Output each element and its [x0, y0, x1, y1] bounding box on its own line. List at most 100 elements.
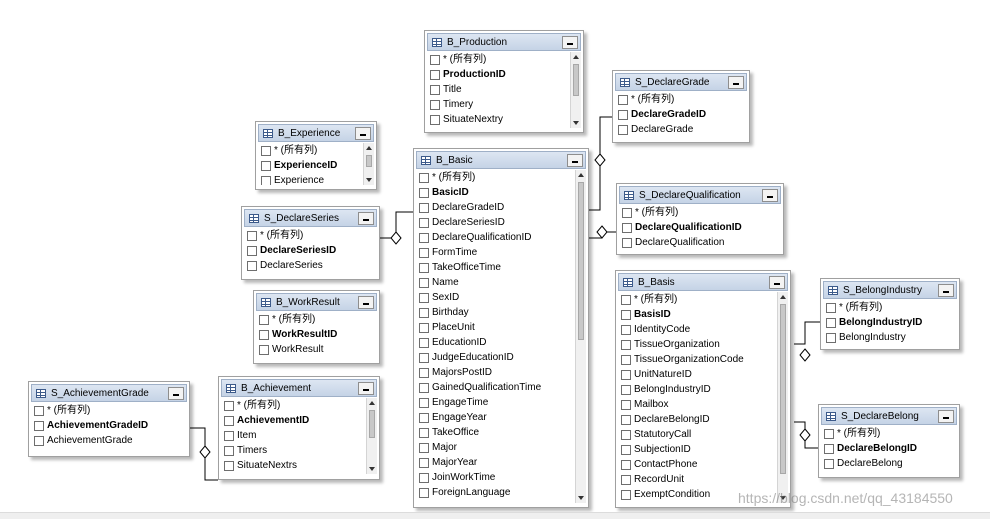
scroll-up-icon[interactable]	[778, 292, 788, 303]
column-checkbox[interactable]	[419, 472, 429, 483]
column-checkbox[interactable]	[224, 460, 234, 471]
column-row[interactable]: IdentityCode	[618, 322, 788, 337]
column-checkbox[interactable]	[419, 307, 429, 318]
table-header[interactable]: S_DeclareGrade	[615, 73, 747, 91]
column-row[interactable]: DeclareQualificationID	[416, 230, 586, 245]
minimize-button[interactable]	[938, 409, 954, 423]
column-row[interactable]: ExperienceID	[258, 158, 374, 173]
column-checkbox[interactable]	[259, 344, 269, 355]
column-checkbox[interactable]	[224, 415, 234, 426]
column-checkbox[interactable]	[261, 160, 271, 171]
vertical-scrollbar[interactable]	[363, 143, 374, 185]
table-s-declaregrade[interactable]: S_DeclareGrade * (所有列) DeclareGradeID Decl…	[612, 70, 750, 143]
table-header[interactable]: S_DeclareBelong	[821, 407, 957, 425]
scroll-thumb[interactable]	[369, 410, 375, 438]
scroll-thumb[interactable]	[366, 155, 372, 167]
minimize-button[interactable]	[567, 153, 583, 167]
column-row[interactable]: * (所有列)	[618, 292, 788, 307]
column-checkbox[interactable]	[224, 445, 234, 456]
column-checkbox[interactable]	[419, 262, 429, 273]
vertical-scrollbar[interactable]	[777, 292, 788, 503]
column-checkbox[interactable]	[419, 217, 429, 228]
column-row[interactable]: TissueOrganizationCode	[618, 352, 788, 367]
column-row[interactable]: ForeignLanguage	[416, 485, 586, 500]
column-row[interactable]: DeclareBelongID	[618, 412, 788, 427]
column-row[interactable]: Mailbox	[618, 397, 788, 412]
column-checkbox[interactable]	[621, 354, 631, 365]
column-row[interactable]: * (所有列)	[31, 403, 187, 418]
column-row[interactable]: * (所有列)	[821, 426, 957, 441]
column-checkbox[interactable]	[826, 302, 836, 313]
column-checkbox[interactable]	[419, 427, 429, 438]
column-checkbox[interactable]	[419, 292, 429, 303]
column-checkbox[interactable]	[824, 443, 834, 454]
table-s-achievementgrade[interactable]: S_AchievementGrade * (所有列) AchievementGra…	[28, 381, 190, 457]
column-checkbox[interactable]	[259, 314, 269, 325]
column-checkbox[interactable]	[419, 352, 429, 363]
column-checkbox[interactable]	[419, 412, 429, 423]
minimize-button[interactable]	[168, 386, 184, 400]
scroll-down-icon[interactable]	[364, 174, 374, 185]
relationship-line[interactable]	[190, 427, 218, 481]
minimize-button[interactable]	[769, 275, 785, 289]
column-row[interactable]: BelongIndustryID	[823, 315, 957, 330]
column-row[interactable]: UnitNatureID	[618, 367, 788, 382]
column-checkbox[interactable]	[621, 384, 631, 395]
table-s-declarebelong[interactable]: S_DeclareBelong * (所有列) DeclareBelongID De…	[818, 404, 960, 478]
column-row[interactable]: SituateNextry	[427, 112, 581, 127]
column-row[interactable]: BasisID	[618, 307, 788, 322]
column-checkbox[interactable]	[34, 435, 44, 446]
column-row[interactable]: TakeOffice	[416, 425, 586, 440]
relationship-line[interactable]	[380, 211, 413, 239]
column-checkbox[interactable]	[621, 474, 631, 485]
column-checkbox[interactable]	[419, 247, 429, 258]
column-checkbox[interactable]	[34, 405, 44, 416]
column-row[interactable]: Item	[221, 428, 377, 443]
column-row[interactable]: AchievementGrade	[31, 433, 187, 448]
column-row[interactable]: DeclareSeriesID	[416, 215, 586, 230]
table-header[interactable]: B_WorkResult	[256, 293, 377, 311]
column-checkbox[interactable]	[621, 459, 631, 470]
column-row[interactable]: DeclareBelong	[821, 456, 957, 471]
column-row[interactable]: WorkResult	[256, 342, 377, 357]
table-header[interactable]: B_Basic	[416, 151, 586, 169]
column-row[interactable]: AchievementID	[221, 413, 377, 428]
column-row[interactable]: ProductionID	[427, 67, 581, 82]
column-checkbox[interactable]	[622, 222, 632, 233]
column-checkbox[interactable]	[826, 332, 836, 343]
scroll-thumb[interactable]	[573, 64, 579, 96]
table-header[interactable]: B_Production	[427, 33, 581, 51]
column-row[interactable]: DeclareSeriesID	[244, 243, 377, 258]
column-checkbox[interactable]	[419, 382, 429, 393]
column-checkbox[interactable]	[224, 400, 234, 411]
column-row[interactable]: JudgeEducationID	[416, 350, 586, 365]
column-row[interactable]: DeclareGradeID	[416, 200, 586, 215]
column-row[interactable]: Experience	[258, 173, 374, 185]
column-row[interactable]: DeclareQualification	[619, 235, 781, 250]
vertical-scrollbar[interactable]	[570, 52, 581, 128]
column-row[interactable]: AchievementGradeID	[31, 418, 187, 433]
column-checkbox[interactable]	[430, 84, 440, 95]
column-checkbox[interactable]	[622, 237, 632, 248]
column-checkbox[interactable]	[621, 429, 631, 440]
column-row[interactable]: WorkResultID	[256, 327, 377, 342]
column-checkbox[interactable]	[621, 489, 631, 500]
column-checkbox[interactable]	[430, 99, 440, 110]
column-row[interactable]: EngageTime	[416, 395, 586, 410]
column-row[interactable]: DeclareGrade	[615, 122, 747, 137]
column-row[interactable]: Birthday	[416, 305, 586, 320]
column-row[interactable]: * (所有列)	[823, 300, 957, 315]
column-row[interactable]: TakeOfficeTime	[416, 260, 586, 275]
scroll-up-icon[interactable]	[576, 170, 586, 181]
column-checkbox[interactable]	[430, 69, 440, 80]
column-row[interactable]: EngageYear	[416, 410, 586, 425]
minimize-button[interactable]	[762, 188, 778, 202]
column-row[interactable]: SubjectionID	[618, 442, 788, 457]
minimize-button[interactable]	[358, 295, 374, 309]
column-row[interactable]: PlaceUnit	[416, 320, 586, 335]
column-checkbox[interactable]	[259, 329, 269, 340]
column-checkbox[interactable]	[419, 457, 429, 468]
column-row[interactable]: BelongIndustryID	[618, 382, 788, 397]
column-checkbox[interactable]	[430, 114, 440, 125]
column-row[interactable]: BasicID	[416, 185, 586, 200]
